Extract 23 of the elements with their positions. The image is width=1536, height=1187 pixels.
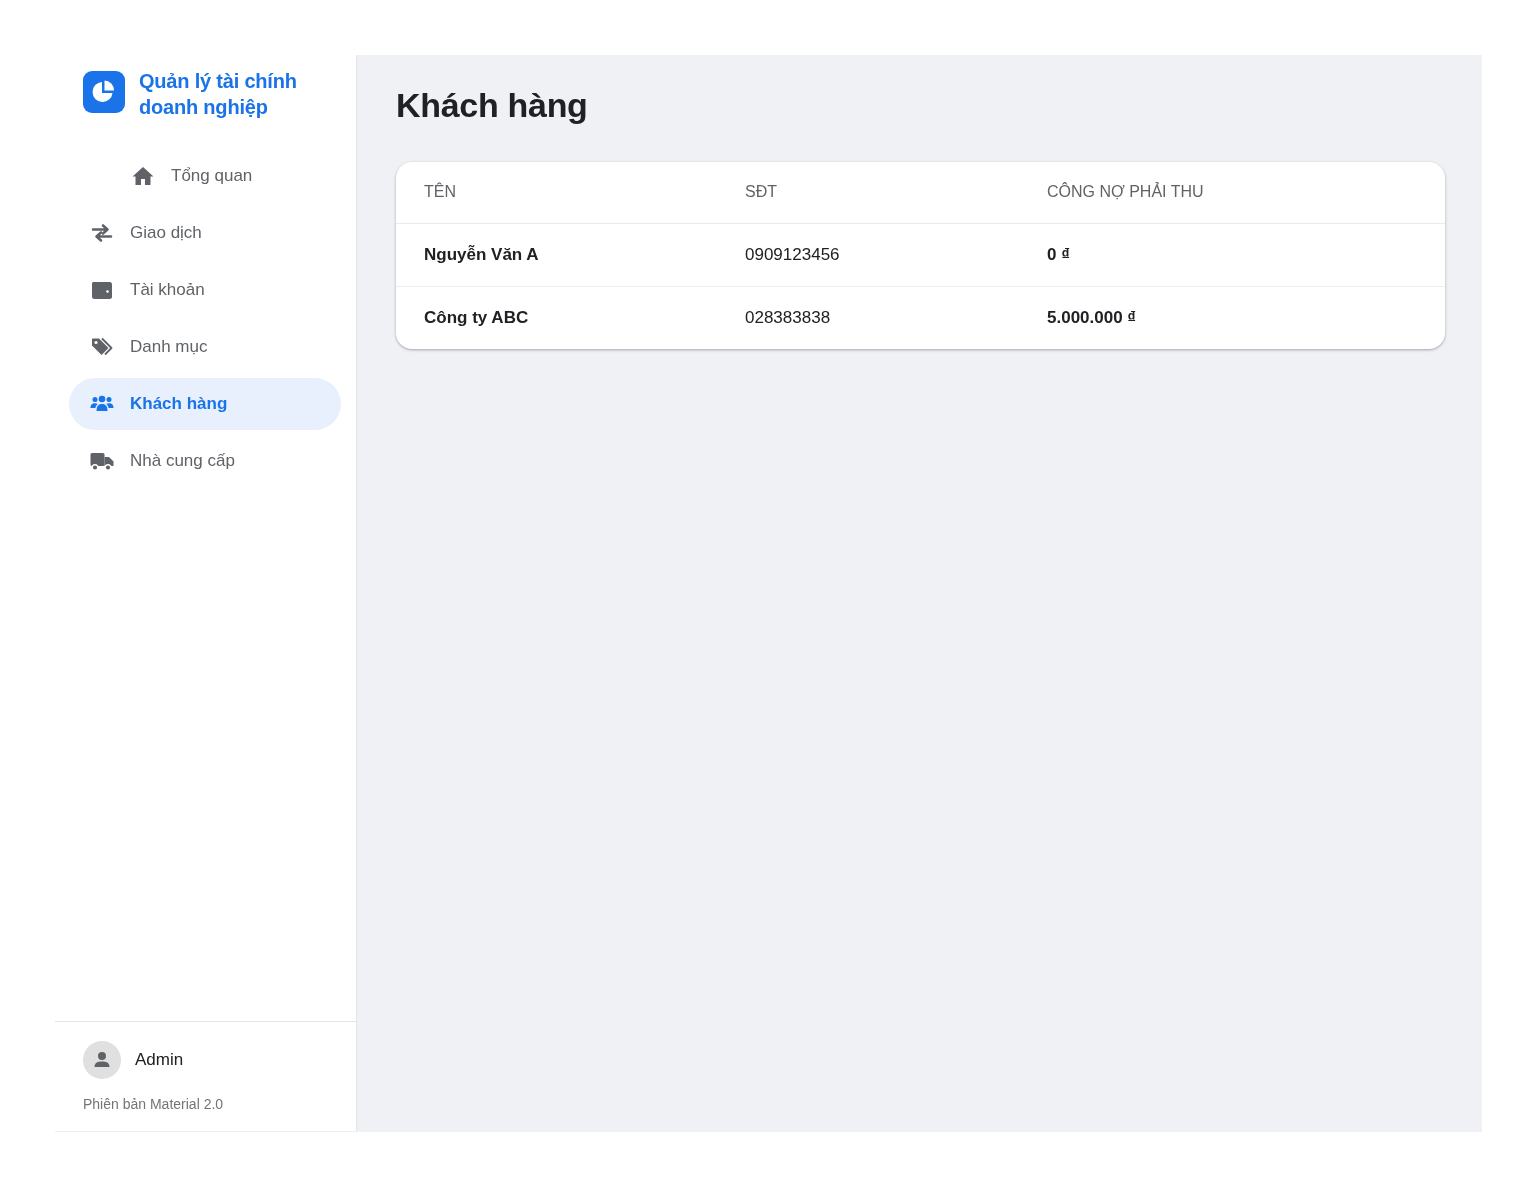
page-title: Khách hàng [396,85,589,125]
user-name: Admin [135,1049,184,1072]
exchange-arrows-icon [90,221,114,245]
phone-cell: 028383838 [717,286,1019,349]
app-title: Quản lý tài chính doanh nghiệp [139,69,298,120]
sidebar-item[interactable]: Khách hàng [69,378,341,430]
receivable-cell: 0 ₫ [1019,223,1445,286]
sidebar-item[interactable]: Danh mục [69,321,341,373]
home-icon [131,164,155,188]
sidebar-item[interactable]: Nhà cung cấp [69,435,341,487]
pie-chart-logo-icon [83,71,125,113]
sidebar-item[interactable]: Tổng quan [69,150,341,202]
column-header: CÔNG NỢ PHẢI THU [1019,162,1445,223]
column-header: SĐT [717,162,1019,223]
receivable-cell: 5.000.000 ₫ [1019,286,1445,349]
sidebar-item[interactable]: Giao dịch [69,207,341,259]
column-header: TÊN [396,162,717,223]
name-cell: Công ty ABC [396,286,717,349]
name-cell: Nguyễn Văn A [396,223,717,286]
sidebar-item[interactable]: Tài khoản [69,264,341,316]
version-text: Phiên bản Material 2.0 [83,1095,224,1114]
phone-cell: 0909123456 [717,223,1019,286]
avatar-icon [83,1041,121,1079]
